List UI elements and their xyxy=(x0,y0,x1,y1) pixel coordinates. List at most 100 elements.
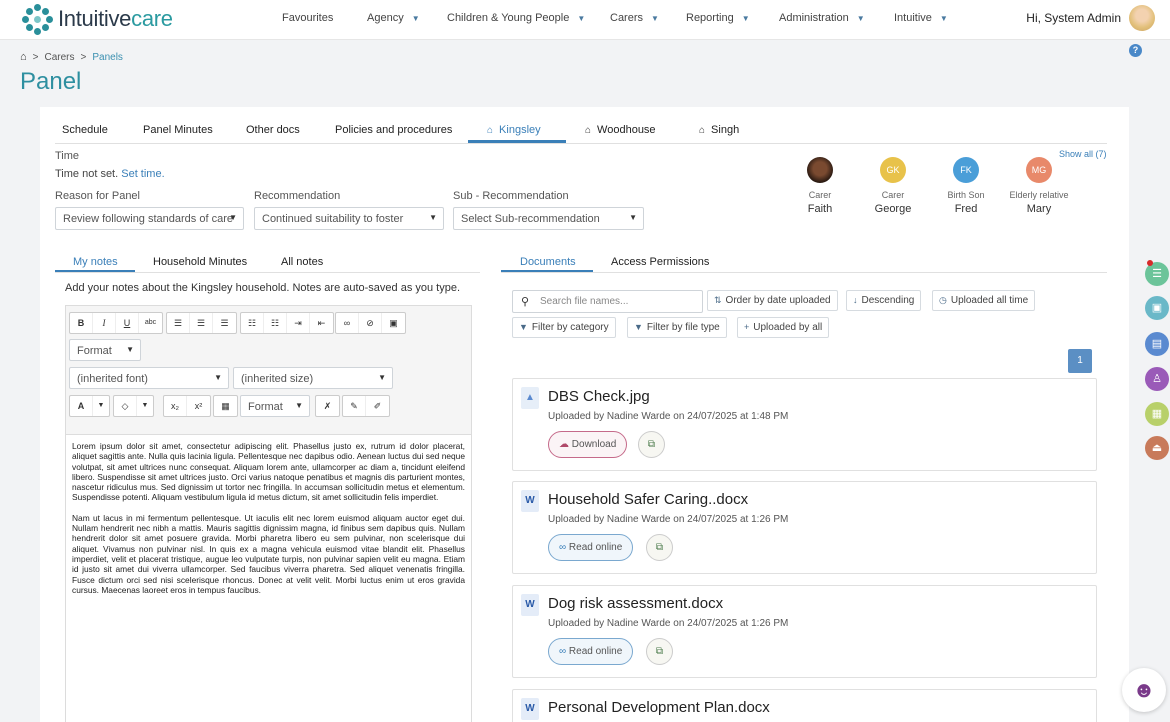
tab-policies-procedures[interactable]: Policies and procedures xyxy=(335,124,452,136)
indent-icon[interactable]: ⇥ xyxy=(287,313,310,333)
tab-documents[interactable]: Documents xyxy=(520,256,576,268)
page-button[interactable]: 1 xyxy=(1068,349,1092,373)
order-by-button[interactable]: ⇅ Order by date uploaded xyxy=(707,290,838,311)
tab-singh[interactable]: ⌂ Singh xyxy=(699,124,739,136)
outdent-icon[interactable]: ⇤ xyxy=(310,313,333,333)
italic-button[interactable]: I xyxy=(93,313,116,333)
table-icon[interactable]: ▦ xyxy=(214,396,237,416)
underline-button[interactable]: U xyxy=(116,313,139,333)
image-icon[interactable]: ▣ xyxy=(382,313,405,333)
align-left-icon[interactable]: ☰ xyxy=(167,313,190,333)
read-online-button[interactable]: ∞ Read online xyxy=(548,638,634,665)
tab-kingsley[interactable]: ⌂ Kingsley xyxy=(487,124,541,136)
word-file-icon: W xyxy=(521,490,539,512)
strikethrough-button[interactable]: abc xyxy=(139,313,162,333)
calendar-icon[interactable]: ▦ xyxy=(1145,402,1169,426)
sub-recommendation-select[interactable]: Select Sub-recommendation ▼ xyxy=(453,207,644,230)
home-icon[interactable]: ⌂ xyxy=(20,51,27,63)
tab-access-permissions[interactable]: Access Permissions xyxy=(611,256,709,268)
set-time-link[interactable]: Set time. xyxy=(121,168,164,180)
tab-other-docs[interactable]: Other docs xyxy=(246,124,300,136)
font-select[interactable]: (inherited font) ▼ xyxy=(69,367,229,389)
house-icon: ⌂ xyxy=(487,125,494,136)
nav-carers[interactable]: Carers ▼ xyxy=(610,12,659,24)
nav-favourites[interactable]: Favourites xyxy=(282,12,333,24)
caret-down-icon: ▼ xyxy=(629,213,637,222)
copy-icon[interactable]: ⧉ xyxy=(638,431,665,458)
stamp-icon[interactable]: ⏏ xyxy=(1145,436,1169,460)
reason-label: Reason for Panel xyxy=(55,190,140,202)
size-select[interactable]: (inherited size) ▼ xyxy=(233,367,393,389)
household-member[interactable]: MG Elderly relative Mary xyxy=(1004,157,1074,215)
household-member[interactable]: GK Carer George xyxy=(858,157,928,215)
descending-button[interactable]: ↓ Descending xyxy=(846,290,922,311)
caret-down-icon: ▼ xyxy=(378,373,386,382)
copy-icon[interactable]: ⧉ xyxy=(646,638,673,665)
filter-category-button[interactable]: ▼ Filter by category xyxy=(512,317,616,338)
tab-panel-minutes[interactable]: Panel Minutes xyxy=(143,124,213,136)
glasses-icon: ∞ xyxy=(559,646,569,657)
briefcase-icon[interactable]: ▣ xyxy=(1145,296,1169,320)
tab-all-notes[interactable]: All notes xyxy=(281,256,323,268)
household-member[interactable]: FK Birth Son Fred xyxy=(931,157,1001,215)
bold-button[interactable]: B xyxy=(70,313,93,333)
person-icon[interactable]: ♙ xyxy=(1145,367,1169,391)
caret-down-icon[interactable]: ▼ xyxy=(93,396,109,416)
nav-reporting[interactable]: Reporting ▼ xyxy=(686,12,750,24)
document-card[interactable]: W Personal Development Plan.docx xyxy=(512,689,1097,722)
reason-select[interactable]: Review following standards of care ▼ xyxy=(55,207,244,230)
caret-down-icon: ▼ xyxy=(651,13,659,23)
numbered-list-icon[interactable]: ☷ xyxy=(264,313,287,333)
document-name: Dog risk assessment.docx xyxy=(548,595,724,612)
format-select[interactable]: Format ▼ xyxy=(69,339,141,361)
copy-icon[interactable]: ⧉ xyxy=(646,534,673,561)
document-icon[interactable]: ▤ xyxy=(1145,332,1169,356)
align-right-icon[interactable]: ☰ xyxy=(213,313,236,333)
document-card[interactable]: W Household Safer Caring..docx Uploaded … xyxy=(512,481,1097,574)
unlink-icon[interactable]: ⊘ xyxy=(359,313,382,333)
document-name: Personal Development Plan.docx xyxy=(548,699,770,716)
breadcrumb-panels[interactable]: Panels xyxy=(92,52,123,63)
bullet-list-icon[interactable]: ☷ xyxy=(241,313,264,333)
tab-household-minutes[interactable]: Household Minutes xyxy=(153,256,247,268)
superscript-icon[interactable]: x² xyxy=(187,396,210,416)
read-online-button[interactable]: ∞ Read online xyxy=(548,534,634,561)
text-color-icon[interactable]: A xyxy=(70,396,93,416)
household-member[interactable]: Carer Faith xyxy=(785,157,855,215)
caret-down-icon[interactable]: ▼ xyxy=(137,396,153,416)
nav-agency[interactable]: Agency ▼ xyxy=(367,12,420,24)
document-card[interactable]: ▲ DBS Check.jpg Uploaded by Nadine Warde… xyxy=(512,378,1097,471)
help-icon[interactable]: ? xyxy=(1129,44,1142,57)
recommendation-select[interactable]: Continued suitability to foster ▼ xyxy=(254,207,444,230)
uploaded-by-button[interactable]: + Uploaded by all xyxy=(737,317,830,338)
subscript-icon[interactable]: x₂ xyxy=(164,396,187,416)
tab-my-notes[interactable]: My notes xyxy=(73,256,118,268)
show-all-link[interactable]: Show all (7) xyxy=(1059,149,1107,159)
app-logo[interactable]: Intuitivecare xyxy=(22,3,173,35)
download-button[interactable]: ☁ Download xyxy=(548,431,628,458)
user-menu[interactable]: Hi, System Admin xyxy=(1026,5,1155,31)
avatar: MG xyxy=(1026,157,1052,183)
tab-woodhouse[interactable]: ⌂ Woodhouse xyxy=(585,124,656,136)
brush-icon[interactable]: ✎ xyxy=(343,396,366,416)
remove-format-icon[interactable]: ✗ xyxy=(316,396,339,416)
house-icon: ⌂ xyxy=(699,125,706,136)
eraser-icon[interactable]: ✐ xyxy=(366,396,389,416)
search-input[interactable]: ⚲ Search file names... xyxy=(512,290,703,313)
notes-content[interactable]: Lorem ipsum dolor sit amet, consectetur … xyxy=(66,434,471,722)
link-icon[interactable]: ∞ xyxy=(336,313,359,333)
nav-administration[interactable]: Administration ▼ xyxy=(779,12,865,24)
breadcrumb-carers[interactable]: Carers xyxy=(45,52,75,63)
fill-color-icon[interactable]: ◇ xyxy=(114,396,137,416)
nav-intuitive[interactable]: Intuitive ▼ xyxy=(894,12,948,24)
format-select-2[interactable]: Format ▼ xyxy=(240,395,310,417)
filter-file-type-button[interactable]: ▼ Filter by file type xyxy=(627,317,727,338)
nav-children-young-people[interactable]: Children & Young People ▼ xyxy=(447,12,585,24)
owl-assistant-icon[interactable]: ☻ xyxy=(1122,668,1166,712)
document-card[interactable]: W Dog risk assessment.docx Uploaded by N… xyxy=(512,585,1097,678)
word-file-icon: W xyxy=(521,698,539,720)
notes-paragraph: Nam ut lacus in mi fermentum pellentesqu… xyxy=(72,512,465,595)
tab-schedule[interactable]: Schedule xyxy=(62,124,108,136)
uploaded-all-time-button[interactable]: ◷ Uploaded all time xyxy=(932,290,1036,311)
align-center-icon[interactable]: ☰ xyxy=(190,313,213,333)
